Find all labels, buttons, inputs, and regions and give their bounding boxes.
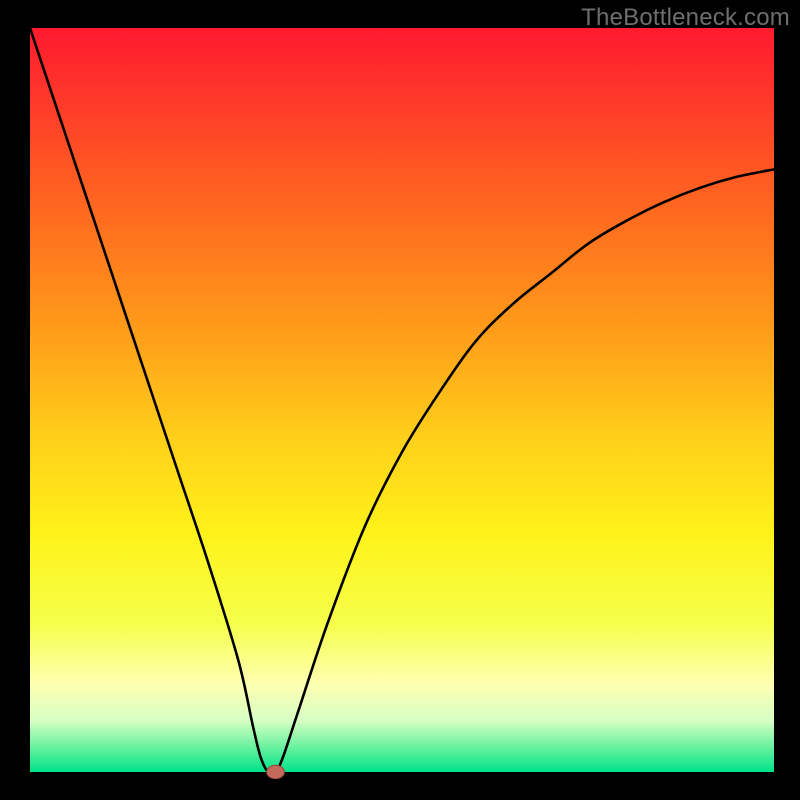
chart-svg	[0, 0, 800, 800]
plot-area	[30, 28, 774, 772]
watermark-text: TheBottleneck.com	[581, 4, 790, 32]
bottleneck-chart: TheBottleneck.com	[0, 0, 800, 800]
optimum-marker	[267, 765, 285, 778]
